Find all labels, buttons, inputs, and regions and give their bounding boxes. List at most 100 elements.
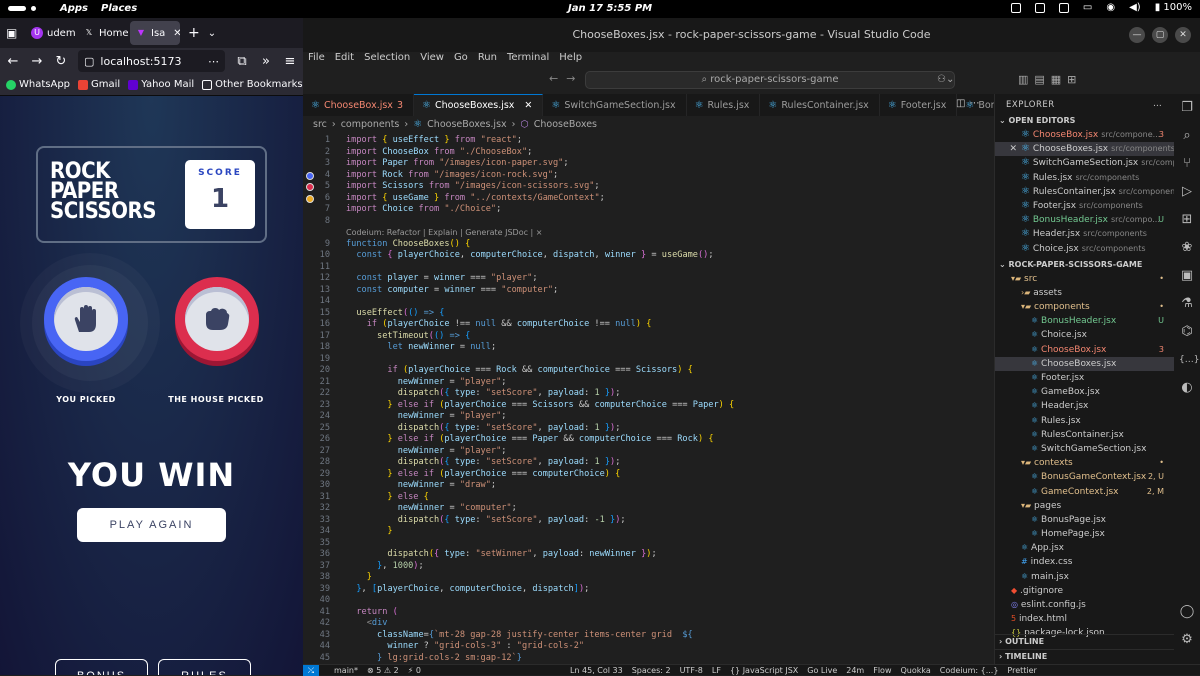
layout-toggles-icon[interactable]: ▥▤▦⊞	[1018, 73, 1082, 86]
editor-tab[interactable]: ⚛ RulesContainer.jsx	[760, 94, 880, 116]
tree-item[interactable]: ⚛ RulesContainer.jsx	[995, 428, 1174, 442]
close-tab-icon[interactable]: ✕	[173, 28, 180, 39]
activities-indicator[interactable]	[8, 6, 26, 11]
breadcrumb-item[interactable]: ChooseBoxes	[534, 119, 597, 130]
tree-item[interactable]: ⚛ GameBox.jsx	[995, 385, 1174, 399]
tree-item[interactable]: ⚛ main.jsx	[995, 570, 1174, 584]
timeline-section[interactable]: › TIMELINE	[995, 649, 1174, 663]
menu-terminal[interactable]: Terminal	[507, 52, 549, 68]
back-icon[interactable]: ←	[6, 54, 20, 69]
json-icon[interactable]: {…}	[1179, 352, 1199, 368]
editor-tab[interactable]: ⚛ Footer.jsx	[880, 94, 958, 116]
menu-view[interactable]: View	[420, 52, 444, 68]
tree-item[interactable]: ⚛ GameContext.jsx 2, M	[995, 485, 1174, 499]
language-mode[interactable]: {} JavaScript JSX	[730, 666, 798, 675]
bookmark-yahoo[interactable]: Yahoo Mail	[128, 79, 194, 90]
screenshot-icon[interactable]	[1010, 2, 1021, 13]
split-editor-icon[interactable]: ◫⋯	[956, 98, 983, 109]
forward-icon[interactable]: →	[30, 54, 44, 69]
editor-tab[interactable]: ⚛ Rules.jsx	[687, 94, 761, 116]
bookmark-gmail[interactable]: Gmail	[78, 79, 120, 90]
open-editor-item[interactable]: ✕ ⚛ ChooseBoxes.jsx src/components	[995, 142, 1174, 157]
close-icon[interactable]: ✕	[995, 142, 1021, 156]
browser-tab-active[interactable]: ▼ Isa ✕	[130, 21, 180, 45]
address-bar[interactable]: ▢ localhost:5173 ⋯	[78, 50, 225, 72]
open-editor-item[interactable]: ⚛ SwitchGameSection.jsxsrc/comp...	[995, 156, 1174, 170]
volume-icon[interactable]: ◀)	[1129, 2, 1141, 13]
project-section[interactable]: ⌄ ROCK-PAPER-SCISSORS-GAME	[995, 258, 1174, 272]
bonus-button[interactable]: BONUS	[55, 659, 148, 675]
quokka-icon[interactable]: ◐	[1179, 380, 1195, 396]
flow[interactable]: Flow	[873, 666, 891, 675]
bookmark-whatsapp[interactable]: WhatsApp	[6, 79, 70, 90]
tree-item[interactable]: ⚛ App.jsx	[995, 541, 1174, 555]
git-graph-icon[interactable]: ⌬	[1179, 324, 1195, 340]
copilot-icon[interactable]: ⚇⌄	[937, 74, 954, 85]
testing-icon[interactable]: ⚗	[1179, 296, 1195, 312]
open-editor-item[interactable]: ⚛ Footer.jsx src/components	[995, 199, 1174, 213]
account-icon[interactable]: ◯	[1179, 604, 1195, 620]
run-debug-icon[interactable]: ▷	[1179, 184, 1195, 200]
open-editor-item[interactable]: ⚛ ChooseBox.jsx src/compone... 3	[995, 128, 1174, 142]
menu-file[interactable]: File	[308, 52, 325, 68]
git-branch[interactable]: main*	[334, 666, 358, 675]
extensions-icon[interactable]: ⊞	[1179, 212, 1195, 228]
tree-item[interactable]: ⚛ Rules.jsx	[995, 414, 1174, 428]
remote-indicator-icon[interactable]: ⤯	[303, 664, 319, 676]
new-tab-icon[interactable]: +	[188, 25, 200, 41]
tree-item[interactable]: ▾▰ pages	[995, 499, 1174, 513]
reload-icon[interactable]: ↻	[54, 54, 68, 69]
tab-overview-icon[interactable]: ▣	[6, 26, 24, 40]
tree-item[interactable]: ⚛ ChooseBoxes.jsx	[995, 356, 1174, 371]
browser-tab-udemy[interactable]: Uudem	[26, 21, 76, 45]
tree-item[interactable]: ⚛ HomePage.jsx	[995, 527, 1174, 541]
explorer-icon[interactable]: ❐	[1179, 100, 1195, 116]
paw-icon[interactable]: ❀	[1179, 240, 1195, 256]
line-ending[interactable]: LF	[712, 666, 721, 675]
menu-help[interactable]: Help	[559, 52, 582, 68]
tree-item[interactable]: ⚛ ChooseBox.jsx 3	[995, 343, 1174, 357]
search-icon[interactable]: ⌕	[1179, 128, 1195, 144]
rules-button[interactable]: RULES	[158, 659, 251, 675]
maximize-icon[interactable]: ▢	[1152, 27, 1168, 43]
indentation[interactable]: Spaces: 2	[632, 666, 671, 675]
open-editor-item[interactable]: ⚛ Choice.jsx src/components	[995, 242, 1174, 256]
breadcrumb-item[interactable]: components	[341, 119, 400, 130]
page-info-icon[interactable]: ▢	[84, 55, 94, 68]
editor-tab[interactable]: ⚛ SwitchGameSection.jsx	[543, 94, 687, 116]
editor-tab[interactable]: ⚛ ChooseBoxes.jsx ✕	[413, 94, 544, 116]
outline-section[interactable]: › OUTLINE	[995, 634, 1174, 648]
battery-status[interactable]: ▮ 100%	[1155, 2, 1192, 13]
codeium[interactable]: Codeium: {...}	[940, 666, 999, 675]
workspace-dot[interactable]	[31, 6, 36, 11]
clipboard-icon[interactable]	[1058, 2, 1069, 13]
places-menu[interactable]: Places	[101, 3, 137, 14]
command-center-search[interactable]: ⌕ rock-paper-scissors-game	[585, 71, 955, 89]
wifi-icon[interactable]: ◉	[1106, 2, 1115, 13]
tree-item[interactable]: ⚛ Choice.jsx	[995, 328, 1174, 342]
settings-gear-icon[interactable]: ⚙	[1179, 632, 1195, 648]
remote-icon[interactable]: ▣	[1179, 268, 1195, 284]
menu-go[interactable]: Go	[454, 52, 468, 68]
tree-item[interactable]: ▾▰ src •	[995, 272, 1174, 286]
prettier[interactable]: Prettier	[1007, 666, 1036, 675]
more-actions-icon[interactable]: ⋯	[1153, 95, 1162, 117]
browser-tab-home[interactable]: 𝕏 Home	[78, 21, 128, 45]
cursor-position[interactable]: Ln 45, Col 33	[570, 666, 623, 675]
tree-item[interactable]: 5 index.html	[995, 612, 1174, 626]
breadcrumb-item[interactable]: ChooseBoxes.jsx	[427, 119, 506, 130]
open-editor-item[interactable]: ⚛ RulesContainer.jsxsrc/components	[995, 185, 1174, 199]
time-tracker[interactable]: 24m	[846, 666, 864, 675]
tree-item[interactable]: ◆ .gitignore	[995, 584, 1174, 598]
ports-count[interactable]: ⚡ 0	[408, 666, 421, 675]
tree-item[interactable]: ▾▰ contexts •	[995, 456, 1174, 470]
bookmark-other[interactable]: Other Bookmarks	[202, 79, 303, 90]
tree-item[interactable]: ◎ eslint.config.js	[995, 598, 1174, 612]
extensions-icon[interactable]: ⧉	[235, 54, 249, 69]
tree-item[interactable]: # index.css	[995, 555, 1174, 569]
minimize-icon[interactable]: —	[1129, 27, 1145, 43]
code-editor[interactable]: 1 import { useEffect } from "react"; 2 impo…	[303, 132, 994, 666]
open-editor-item[interactable]: ⚛ Header.jsx src/components	[995, 227, 1174, 241]
tree-item[interactable]: ›▰ assets	[995, 286, 1174, 300]
encoding[interactable]: UTF-8	[680, 666, 703, 675]
